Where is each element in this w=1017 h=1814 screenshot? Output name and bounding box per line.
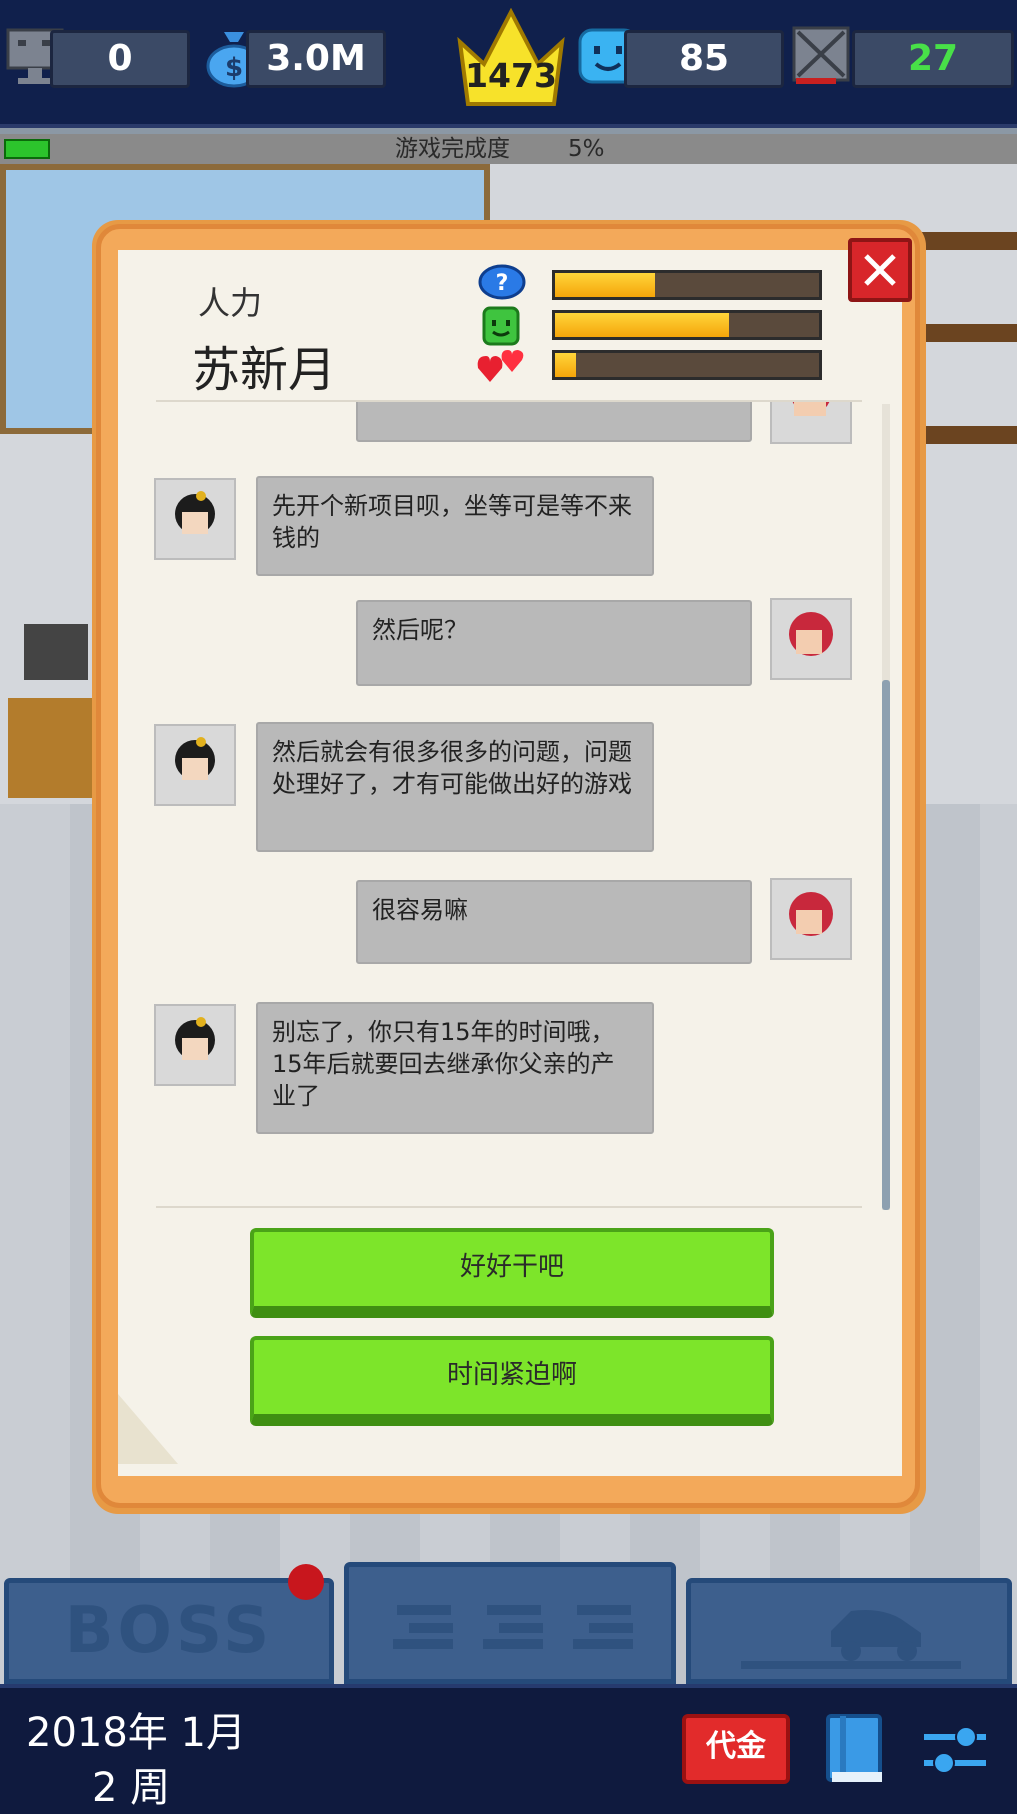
chat-log[interactable]: 先开个新项目呗，坐等可是等不来钱的 然后呢？ 然后就会有很多很多的问题，问题处理… (150, 402, 870, 1202)
red-hair-avatar (770, 878, 852, 960)
top-status-bar: 0 $ 3.0M 1473 85 27 (0, 0, 1017, 128)
chat-bubble-left: 先开个新项目呗，坐等可是等不来钱的 (256, 476, 654, 576)
tab-boss-label: BOSS (64, 1594, 274, 1668)
meter-mood (552, 310, 822, 340)
choice-button-time-short[interactable]: 时间紧迫啊 (250, 1336, 774, 1426)
chat-bubble-right: 然后呢？ (356, 600, 752, 686)
meter-skill (552, 270, 822, 300)
staff-icon (393, 1605, 633, 1649)
desk (8, 698, 98, 798)
chat-bubble-right: 很容易嘛 (356, 880, 752, 964)
choices-divider (156, 1206, 862, 1208)
car-icon (741, 1610, 961, 1669)
black-hair-avatar (154, 1004, 236, 1086)
book-icon[interactable] (824, 1712, 886, 1786)
svg-text:?: ? (496, 271, 509, 296)
voucher-button[interactable]: 代金 (682, 1714, 790, 1784)
chat-bubble-right (356, 402, 752, 442)
close-icon (864, 254, 896, 286)
stat-bugs-value: 27 (852, 30, 1014, 88)
chat-bubble-left: 然后就会有很多很多的问题，问题处理好了，才有可能做出好的游戏 (256, 722, 654, 852)
stat-games-value: 0 (50, 30, 190, 88)
bottom-tabs: BOSS (0, 1560, 1017, 1684)
completion-progress-fill (4, 139, 50, 159)
black-hair-avatar (154, 724, 236, 806)
meter-skill-fill (555, 273, 656, 297)
crown-score: 1473 (465, 56, 557, 95)
meter-affection-fill (555, 353, 577, 377)
employee-department: 人力 (198, 284, 263, 322)
crossed-box-icon (792, 26, 850, 84)
paper-curl (118, 1394, 178, 1464)
chat-scrollbar-thumb[interactable] (882, 680, 890, 1210)
notification-badge (288, 1564, 324, 1600)
stat-money-value: 3.0M (246, 30, 386, 88)
sliders-icon[interactable] (922, 1718, 988, 1782)
red-hair-avatar (770, 598, 852, 680)
stat-fans-value: 85 (624, 30, 784, 88)
question-bubble-icon: ? (478, 264, 526, 300)
red-hair-avatar (770, 402, 852, 444)
hearts-icon (477, 350, 524, 382)
tab-staff[interactable] (344, 1562, 676, 1684)
green-face-icon (482, 306, 520, 346)
black-hair-avatar (154, 478, 236, 560)
completion-label: 游戏完成度 (395, 136, 510, 162)
chat-bubble-left: 别忘了，你只有15年的时间哦，15年后就要回去继承你父亲的产业了 (256, 1002, 654, 1134)
meter-mood-fill (555, 313, 730, 337)
meter-affection (552, 350, 822, 380)
tab-garage[interactable] (686, 1578, 1012, 1684)
svg-text:$: $ (225, 53, 243, 83)
choice-button-work-hard[interactable]: 好好干吧 (250, 1228, 774, 1318)
employee-name: 苏新月 (192, 342, 337, 398)
desk-monitor (24, 624, 88, 680)
completion-value: 5% (568, 136, 605, 162)
date-year-month: 2018年 1月 (26, 1710, 246, 1756)
date-week: 2 周 (92, 1765, 171, 1811)
tab-boss[interactable]: BOSS (4, 1578, 334, 1684)
close-button[interactable] (848, 238, 912, 302)
